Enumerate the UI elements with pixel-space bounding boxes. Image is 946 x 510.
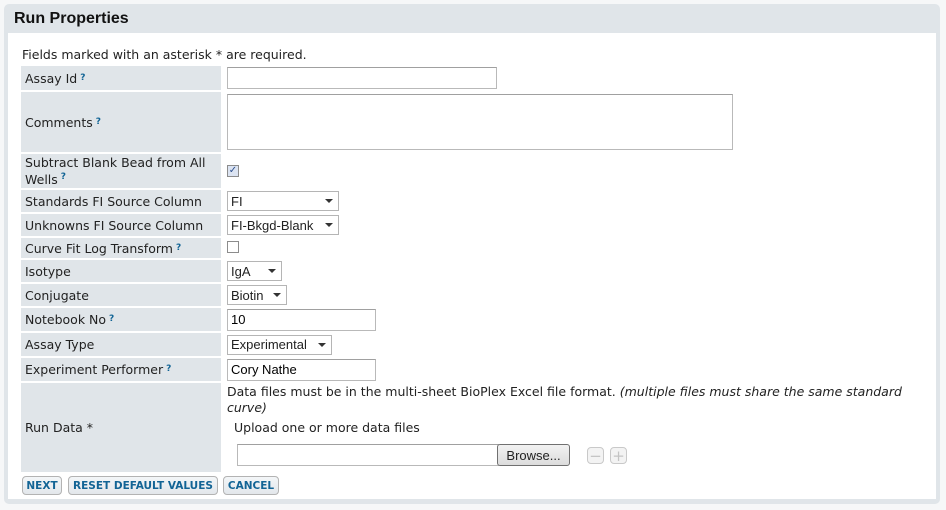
run-data-label: Run Data * [21,383,221,472]
chevron-down-icon [268,269,276,273]
help-icon[interactable]: ? [166,362,171,377]
help-icon[interactable]: ? [80,71,85,86]
run-properties-panel: Run Properties Fields marked with an ast… [4,4,940,504]
comments-row: Comments? [21,92,927,152]
assay-id-label: Assay Id? [21,66,221,90]
conjugate-label: Conjugate [21,284,221,306]
standards-fi-row: Standards FI Source Column FI [21,190,927,212]
unknowns-fi-label: Unknowns FI Source Column [21,214,221,236]
chevron-down-icon [273,293,281,297]
standards-fi-select[interactable]: FI [227,191,339,211]
reset-default-values-button[interactable]: RESET DEFAULT VALUES [68,476,218,495]
curve-fit-checkbox[interactable] [227,241,239,253]
standards-fi-label: Standards FI Source Column [21,190,221,212]
experiment-performer-row: Experiment Performer? [21,358,927,381]
curve-fit-row: Curve Fit Log Transform? [21,238,927,258]
subtract-blank-label: Subtract Blank Bead from All Wells? [21,154,221,188]
comments-textarea[interactable] [227,94,733,150]
upload-label: Upload one or more data files [234,420,420,435]
chevron-down-icon [318,342,326,347]
unknowns-fi-select[interactable]: FI-Bkgd-Blank [227,215,339,235]
isotype-select[interactable]: IgA [227,261,282,281]
unknowns-fi-row: Unknowns FI Source Column FI-Bkgd-Blank [21,214,927,236]
browse-button[interactable]: Browse... [497,444,570,466]
experiment-performer-input[interactable] [227,358,376,381]
next-button[interactable]: NEXT [22,476,62,495]
help-icon[interactable]: ? [61,172,66,182]
conjugate-select[interactable]: Biotin [227,285,287,305]
notebook-no-row: Notebook No? [21,308,927,331]
run-data-description: Data files must be in the multi-sheet Bi… [227,384,902,415]
form-body: Fields marked with an asterisk * are req… [8,33,936,499]
subtract-blank-row: Subtract Blank Bead from All Wells? ✓ [21,154,927,188]
panel-title: Run Properties [14,10,129,27]
notebook-no-label: Notebook No? [21,308,221,331]
assay-type-label: Assay Type [21,333,221,356]
assay-id-input[interactable] [227,67,497,89]
assay-id-row: Assay Id? [21,66,927,90]
assay-type-row: Assay Type Experimental [21,333,927,356]
conjugate-row: Conjugate Biotin [21,284,927,306]
help-icon[interactable]: ? [176,241,181,256]
isotype-label: Isotype [21,260,221,282]
assay-type-select[interactable]: Experimental [227,334,332,355]
required-note: Fields marked with an asterisk * are req… [22,47,307,62]
cancel-button[interactable]: CANCEL [223,476,279,495]
isotype-row: Isotype IgA [21,260,927,282]
remove-file-icon[interactable]: − [587,447,604,465]
file-path-input[interactable] [237,444,499,466]
help-icon[interactable]: ? [109,312,114,327]
comments-label: Comments? [21,92,221,152]
subtract-blank-checkbox[interactable]: ✓ [227,165,239,177]
chevron-down-icon [325,223,333,227]
add-file-icon[interactable]: + [610,447,627,465]
chevron-down-icon [325,199,333,203]
curve-fit-label: Curve Fit Log Transform? [21,238,221,258]
help-icon[interactable]: ? [96,115,101,130]
experiment-performer-label: Experiment Performer? [21,358,221,381]
notebook-no-input[interactable] [227,308,376,331]
